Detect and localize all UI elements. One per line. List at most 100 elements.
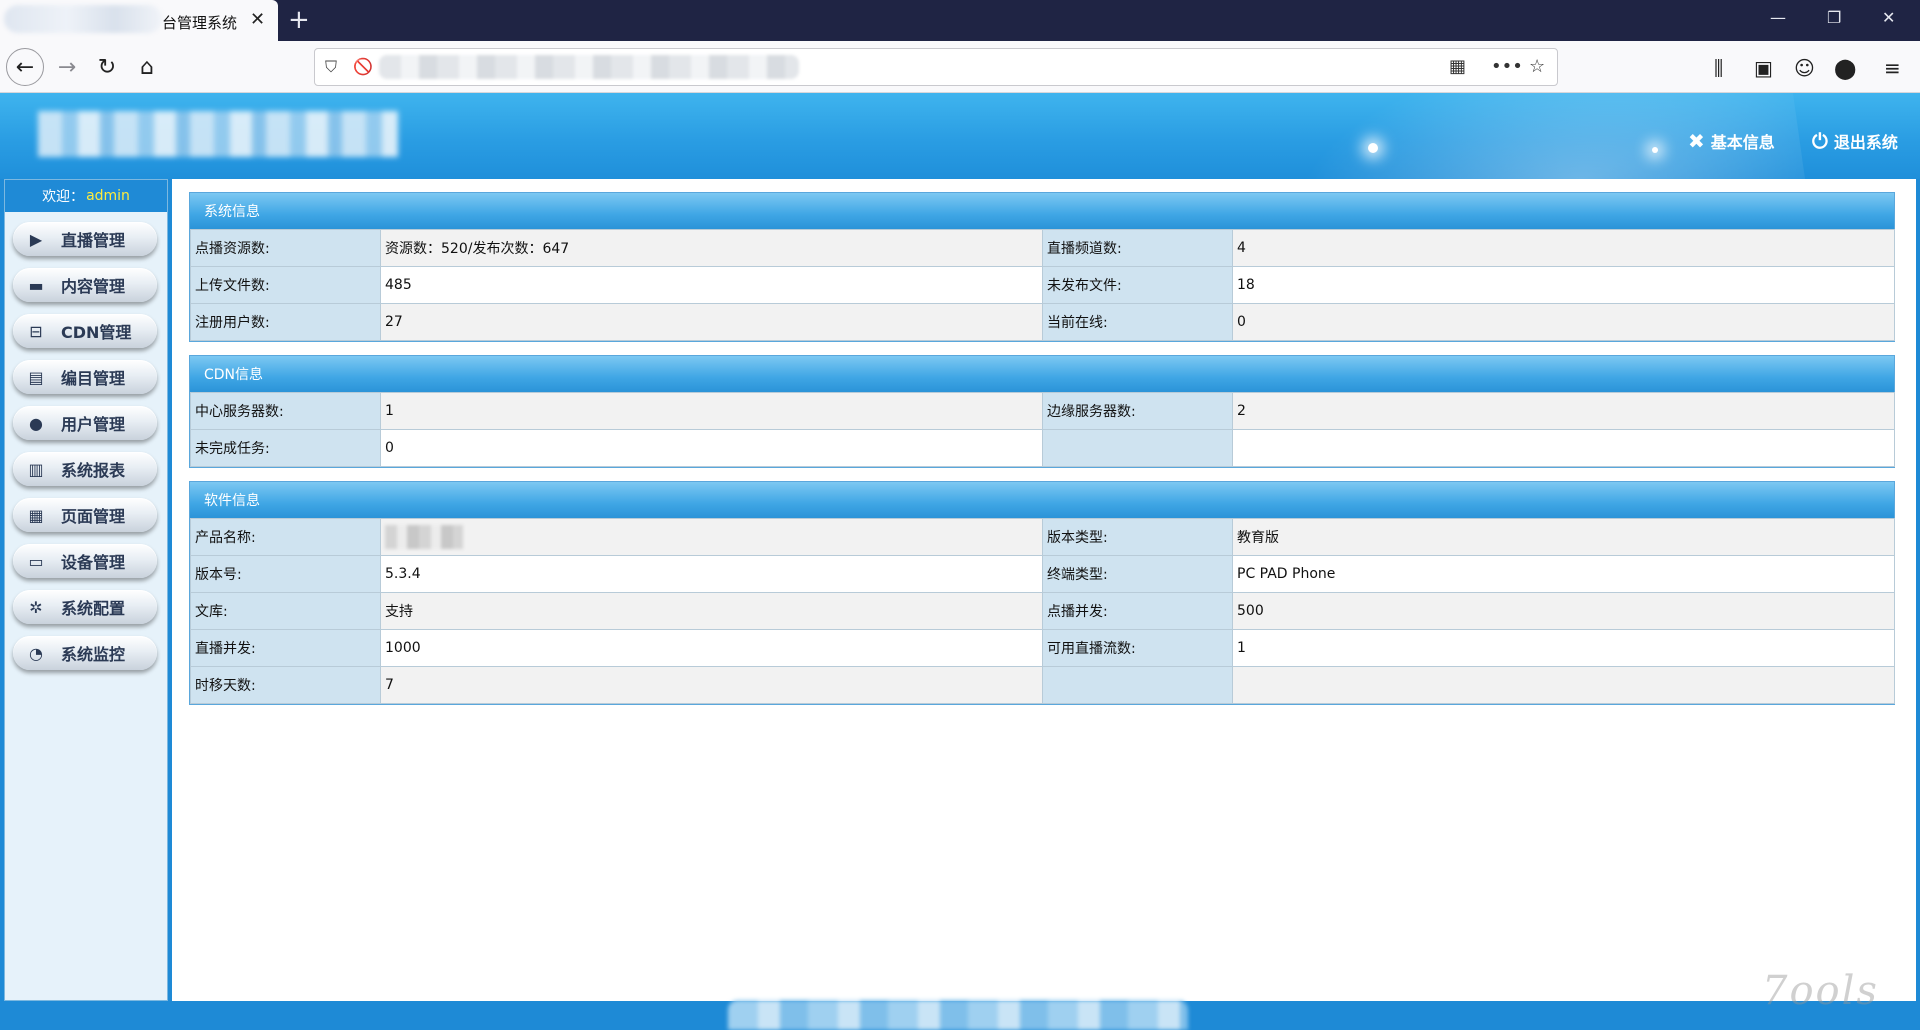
footer-text-blurred — [728, 1000, 1188, 1030]
library-icon[interactable]: ⫼ — [1714, 56, 1723, 80]
field-value: 18 — [1232, 266, 1895, 304]
sidebar-item-users[interactable]: ● 用户管理 — [13, 406, 157, 440]
username: admin — [86, 188, 130, 204]
table-row: 直播并发: 1000 可用直播流数: 1 — [190, 629, 1895, 667]
main-content: 系统信息 点播资源数: 资源数：520/发布次数：647 直播频道数: 4 上传… — [172, 179, 1916, 1001]
table-row: 注册用户数: 27 当前在线: 0 — [190, 303, 1895, 341]
insecure-icon[interactable]: 🚫 — [353, 57, 373, 76]
sidebar-item-label: 系统报表 — [61, 461, 126, 480]
reload-icon[interactable]: ↻ — [88, 48, 126, 86]
basic-info-link[interactable]: ✖ 基本信息 — [1688, 129, 1775, 153]
minimize-icon[interactable]: — — [1770, 8, 1786, 27]
welcome-prefix: 欢迎： — [42, 189, 85, 205]
field-value: 资源数：520/发布次数：647 — [380, 229, 1043, 267]
table-row: 产品名称: 版本类型: 教育版 — [190, 518, 1895, 556]
field-value: 500 — [1232, 592, 1895, 630]
forward-icon[interactable]: → — [48, 48, 86, 86]
logout-link[interactable]: ⏻ 退出系统 — [1812, 129, 1898, 153]
watermark: 7ools — [1762, 968, 1879, 1014]
field-value: 支持 — [380, 592, 1043, 630]
window-close-icon[interactable]: ✕ — [1882, 8, 1895, 27]
field-label: 点播资源数: — [190, 229, 381, 267]
app-body: 欢迎： admin ▶ 直播管理 ▬ 内容管理 ⊟ CDN管理 ▤ 编目管理 ● 用户管理… — [0, 179, 1920, 1001]
logout-label: 退出系统 — [1833, 133, 1898, 152]
software-info-table: 产品名称: 版本类型: 教育版 版本号: 5.3.4 终端类型: PC PAD … — [190, 518, 1895, 704]
back-icon[interactable]: ← — [6, 48, 44, 86]
field-value: 1 — [380, 392, 1043, 430]
field-value: 1 — [1232, 629, 1895, 667]
restore-icon[interactable]: ❐ — [1827, 8, 1841, 27]
field-value: 27 — [380, 303, 1043, 341]
field-value: 1000 — [380, 629, 1043, 667]
bar-chart-icon: ▥ — [28, 459, 44, 479]
field-value: 教育版 — [1232, 518, 1895, 556]
field-label: 直播并发: — [190, 629, 381, 667]
play-icon: ▶ — [29, 229, 43, 249]
field-value: 5.3.4 — [380, 555, 1043, 593]
url-bar[interactable]: ⛉ 🚫 ▦ ••• ☆ — [314, 48, 1558, 86]
tools-icon: ✖ — [1688, 129, 1705, 153]
sidebar-item-label: 页面管理 — [61, 507, 126, 526]
sidebar-icon[interactable]: ▣ — [1754, 56, 1773, 80]
sidebar-item-cdn[interactable]: ⊟ CDN管理 — [13, 314, 157, 348]
sidebar-item-pages[interactable]: ▦ 页面管理 — [13, 498, 157, 532]
table-row: 上传文件数: 485 未发布文件: 18 — [190, 266, 1895, 304]
product-name-blurred — [385, 525, 463, 549]
sidebar-item-config[interactable]: ✲ 系统配置 — [13, 590, 157, 624]
sidebar-item-monitor[interactable]: ◔ 系统监控 — [13, 636, 157, 670]
document-icon: ▦ — [28, 505, 44, 525]
field-label: 文库: — [190, 592, 381, 630]
extension-icon[interactable]: ⬤ — [1834, 56, 1856, 80]
field-label — [1042, 429, 1233, 467]
sidebar-item-content[interactable]: ▬ 内容管理 — [13, 268, 157, 302]
sidebar-item-label: 用户管理 — [61, 415, 126, 434]
field-label: 未完成任务: — [190, 429, 381, 467]
chat-icon: ◔ — [29, 643, 43, 663]
sidebar-item-live[interactable]: ▶ 直播管理 — [13, 222, 157, 256]
qr-code-icon[interactable]: ▦ — [1449, 56, 1466, 77]
sidebar-item-catalog[interactable]: ▤ 编目管理 — [13, 360, 157, 394]
field-label: 点播并发: — [1042, 592, 1233, 630]
app-logo-blurred — [38, 111, 398, 157]
basic-info-label: 基本信息 — [1710, 133, 1775, 152]
field-label: 终端类型: — [1042, 555, 1233, 593]
cdn-info-table: 中心服务器数: 1 边缘服务器数: 2 未完成任务: 0 — [190, 392, 1895, 467]
welcome-banner: 欢迎： admin — [5, 180, 167, 212]
sidebar-item-label: 直播管理 — [61, 231, 126, 250]
field-label: 注册用户数: — [190, 303, 381, 341]
browser-nav-bar: ← → ↻ ⌂ ⛉ 🚫 ▦ ••• ☆ ⫼ ▣ ☺ ⬤ ≡ — [0, 41, 1920, 93]
tab-close-icon[interactable]: ✕ — [250, 9, 265, 30]
system-info-table: 点播资源数: 资源数：520/发布次数：647 直播频道数: 4 上传文件数: … — [190, 229, 1895, 341]
field-value — [1232, 429, 1895, 467]
shield-icon[interactable]: ⛉ — [325, 57, 337, 77]
home-icon[interactable]: ⌂ — [128, 48, 166, 86]
new-tab-button[interactable]: + — [288, 5, 310, 35]
field-value: 0 — [1232, 303, 1895, 341]
field-label: 中心服务器数: — [190, 392, 381, 430]
table-row: 点播资源数: 资源数：520/发布次数：647 直播频道数: 4 — [190, 229, 1895, 267]
browser-tab[interactable]: 台管理系统 ✕ — [0, 0, 278, 41]
user-icon: ● — [29, 413, 43, 433]
account-icon[interactable]: ☺ — [1794, 56, 1815, 80]
field-label: 当前在线: — [1042, 303, 1233, 341]
field-label: 上传文件数: — [190, 266, 381, 304]
table-row: 版本号: 5.3.4 终端类型: PC PAD Phone — [190, 555, 1895, 593]
table-row: 时移天数: 7 — [190, 666, 1895, 704]
page-actions-icon[interactable]: ••• — [1491, 56, 1523, 77]
field-label: 未发布文件: — [1042, 266, 1233, 304]
table-row: 文库: 支持 点播并发: 500 — [190, 592, 1895, 630]
field-label: 可用直播流数: — [1042, 629, 1233, 667]
menu-icon[interactable]: ≡ — [1884, 56, 1901, 80]
bookmark-star-icon[interactable]: ☆ — [1529, 56, 1545, 77]
power-icon: ⏻ — [1812, 129, 1828, 153]
browser-tab-bar: 台管理系统 ✕ + — ❐ ✕ — [0, 0, 1920, 41]
sidebar-item-label: CDN管理 — [61, 323, 132, 342]
sidebar-item-reports[interactable]: ▥ 系统报表 — [13, 452, 157, 486]
panel-title: 软件信息 — [190, 482, 1894, 518]
app-header: ✖ 基本信息 ⏻ 退出系统 — [0, 93, 1920, 179]
system-info-panel: 系统信息 点播资源数: 资源数：520/发布次数：647 直播频道数: 4 上传… — [189, 192, 1895, 342]
sidebar-item-devices[interactable]: ▭ 设备管理 — [13, 544, 157, 578]
tab-favicon-blurred — [4, 5, 162, 33]
field-value: 7 — [380, 666, 1043, 704]
field-value: 485 — [380, 266, 1043, 304]
